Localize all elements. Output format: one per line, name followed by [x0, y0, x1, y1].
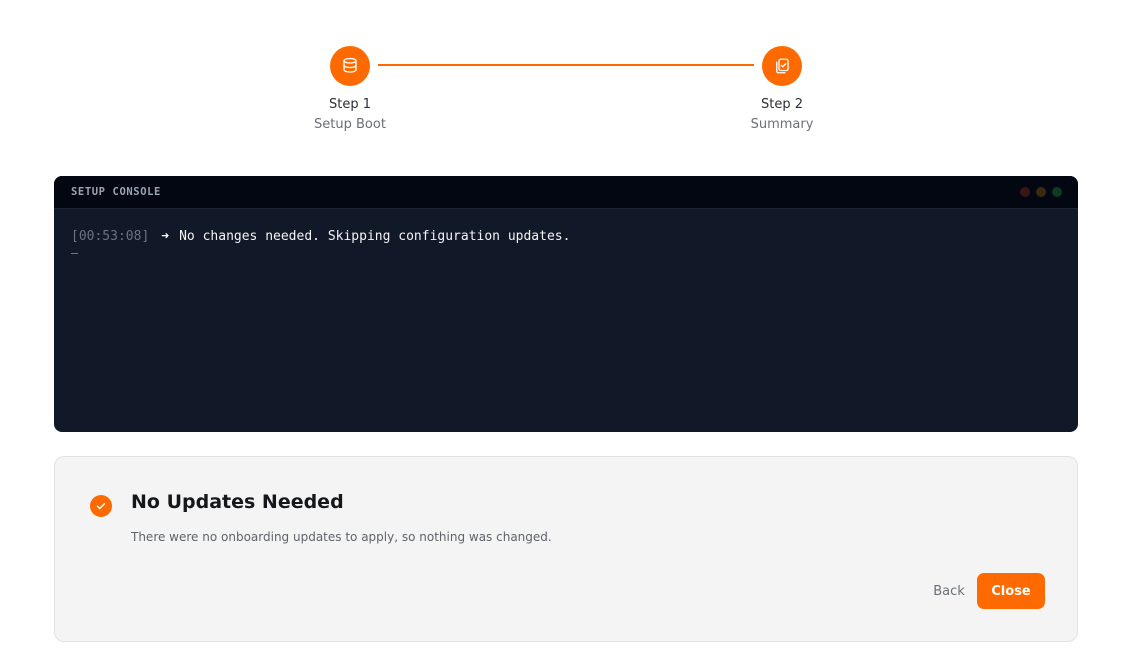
log-message: No changes needed. Skipping configuratio… — [179, 228, 571, 244]
console-header: SETUP CONSOLE — [54, 176, 1078, 209]
result-title: No Updates Needed — [131, 491, 344, 513]
back-button[interactable]: Back — [927, 575, 971, 607]
setup-console: SETUP CONSOLE [00:53:08] ➜ No changes ne… — [54, 176, 1078, 432]
window-controls — [1020, 187, 1062, 197]
log-line: [00:53:08] ➜ No changes needed. Skipping… — [71, 227, 1061, 245]
step-1: Step 1 Setup Boot — [280, 46, 420, 133]
console-cursor — [71, 253, 78, 254]
database-icon — [330, 46, 370, 86]
result-description: There were no onboarding updates to appl… — [131, 530, 552, 544]
close-button[interactable]: Close — [977, 573, 1045, 609]
clipboard-check-icon — [762, 46, 802, 86]
result-card: No Updates Needed There were no onboardi… — [54, 456, 1078, 642]
step-subtitle: Setup Boot — [314, 117, 386, 132]
console-output: [00:53:08] ➜ No changes needed. Skipping… — [54, 209, 1078, 272]
log-timestamp: [00:53:08] — [71, 228, 150, 244]
red-dot-icon — [1020, 187, 1030, 197]
green-dot-icon — [1052, 187, 1062, 197]
step-title: Step 2 — [760, 97, 803, 112]
stepper: Step 1 Setup Boot Step 2 Summary — [0, 0, 1122, 150]
step-subtitle: Summary — [750, 117, 814, 132]
step-connector-line — [378, 64, 754, 66]
yellow-dot-icon — [1036, 187, 1046, 197]
step-2: Step 2 Summary — [712, 46, 852, 133]
check-circle-icon — [90, 495, 112, 517]
arrow-right-icon: ➜ — [161, 228, 170, 244]
console-title: SETUP CONSOLE — [71, 186, 161, 198]
step-title: Step 1 — [328, 97, 371, 112]
